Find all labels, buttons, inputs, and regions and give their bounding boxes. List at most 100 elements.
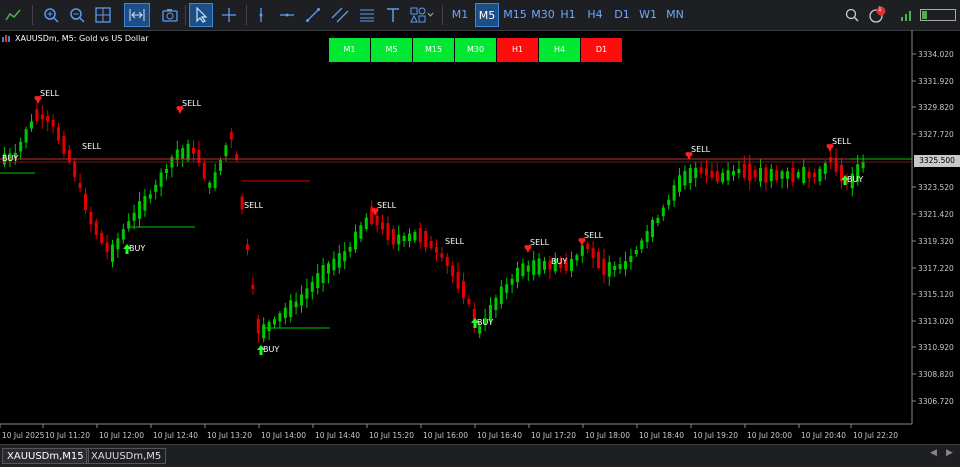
bear-candle bbox=[775, 169, 779, 181]
screenshot-icon[interactable] bbox=[158, 3, 182, 27]
bear-candle bbox=[51, 119, 55, 127]
bull-candle bbox=[143, 196, 147, 211]
bear-candle bbox=[57, 127, 60, 141]
horizontal-line-icon[interactable] bbox=[276, 3, 298, 27]
timeframe-w1-button[interactable]: W1 bbox=[637, 3, 659, 27]
zoom-out-icon[interactable] bbox=[66, 3, 88, 27]
time-axis-label: 10 Jul 16:00 bbox=[423, 431, 468, 440]
bull-candle bbox=[737, 168, 741, 174]
cursor-icon[interactable] bbox=[189, 3, 213, 27]
bull-candle bbox=[19, 141, 23, 152]
bear-candle bbox=[35, 109, 39, 122]
autoscroll-icon[interactable] bbox=[124, 3, 150, 27]
fibonacci-icon[interactable] bbox=[356, 3, 378, 27]
price-chart[interactable]: SELL SELL SELL SELL SELL SELL SELL SELL SELL SELL… bbox=[0, 30, 960, 444]
bear-candle bbox=[456, 272, 460, 289]
text-tool-icon[interactable] bbox=[382, 3, 404, 27]
trend-m15-cell: M15 bbox=[413, 38, 454, 62]
shapes-menu-icon[interactable] bbox=[408, 3, 436, 27]
bull-candle bbox=[148, 194, 152, 199]
bull-candle bbox=[402, 235, 406, 242]
timeframe-trend-panel: M1 M5 M15 M30 H1 H4 D1 bbox=[329, 38, 622, 62]
timeframe-m1-button[interactable]: M1 bbox=[448, 3, 472, 27]
bear-candle bbox=[753, 169, 757, 178]
bear-candle bbox=[699, 167, 703, 173]
price-axis-label: 3310.920 bbox=[918, 343, 954, 352]
bull-candle bbox=[505, 284, 509, 293]
bear-candle bbox=[391, 228, 395, 245]
timeframe-m30-button[interactable]: M30 bbox=[530, 3, 556, 27]
bull-candle bbox=[327, 263, 330, 274]
trend-d1-cell: D1 bbox=[581, 38, 622, 62]
bull-candle bbox=[640, 240, 644, 249]
bull-candle bbox=[138, 201, 141, 219]
time-axis-label: 10 Jul 22:20 bbox=[853, 431, 898, 440]
vertical-line-icon[interactable] bbox=[250, 3, 272, 27]
bull-candle bbox=[289, 300, 293, 317]
equidistant-channel-icon[interactable] bbox=[328, 3, 352, 27]
bear-candle bbox=[105, 242, 109, 253]
bull-candle bbox=[861, 161, 865, 169]
time-axis-label: 10 Jul 20:00 bbox=[747, 431, 792, 440]
scroll-right-icon[interactable]: ▶ bbox=[946, 448, 953, 458]
search-icon[interactable] bbox=[842, 3, 862, 27]
timeframe-m15-button[interactable]: M15 bbox=[502, 3, 528, 27]
bull-candle bbox=[796, 172, 800, 178]
bear-candle bbox=[418, 228, 422, 243]
bull-candle bbox=[175, 149, 179, 160]
time-axis-label: 10 Jul 15:20 bbox=[369, 431, 414, 440]
buy-signal-label: BUY bbox=[847, 175, 863, 184]
bull-candle bbox=[294, 301, 298, 308]
timeframe-h1-button[interactable]: H1 bbox=[557, 3, 579, 27]
chart-tabs-bar: XAUUSDm,M15 XAUUSDm,M5 ◀ ▶ bbox=[0, 444, 960, 467]
bull-candle bbox=[645, 231, 649, 243]
bear-candle bbox=[229, 132, 233, 140]
notifications-icon[interactable]: 1 bbox=[866, 3, 888, 27]
bull-candle bbox=[337, 253, 341, 268]
bull-candle bbox=[278, 313, 282, 322]
price-axis-label: 3321.420 bbox=[918, 210, 954, 219]
line-chart-icon[interactable] bbox=[2, 3, 24, 27]
timeframe-mn-button[interactable]: MN bbox=[662, 3, 688, 27]
bear-candle bbox=[73, 162, 77, 178]
price-axis-label: 3306.720 bbox=[918, 397, 954, 406]
timeframe-m5-button[interactable]: M5 bbox=[475, 3, 499, 27]
chart-tab-m5[interactable]: XAUUSDm,M5 bbox=[86, 448, 167, 464]
price-axis-label: 3317.220 bbox=[918, 264, 954, 273]
scroll-left-icon[interactable]: ◀ bbox=[930, 448, 937, 458]
timeframe-d1-button[interactable]: D1 bbox=[611, 3, 633, 27]
bear-candle bbox=[67, 149, 71, 162]
time-axis-label: 10 Jul 2025 bbox=[2, 431, 45, 440]
bull-candle bbox=[24, 129, 28, 143]
time-axis-label: 10 Jul 19:20 bbox=[693, 431, 738, 440]
crosshair-icon[interactable] bbox=[218, 3, 240, 27]
bear-candle bbox=[764, 167, 768, 183]
bear-candle bbox=[256, 319, 260, 334]
bull-candle bbox=[786, 171, 789, 179]
bull-candle bbox=[132, 212, 136, 221]
bear-candle bbox=[597, 251, 600, 269]
timeframe-h4-button[interactable]: H4 bbox=[584, 3, 606, 27]
trendline-icon[interactable] bbox=[302, 3, 324, 27]
main-toolbar: M1 M5 M15 M30 H1 H4 D1 W1 MN 1 bbox=[0, 0, 960, 31]
bull-candle bbox=[364, 217, 368, 230]
bull-candle bbox=[111, 244, 114, 262]
price-axis-label: 3319.320 bbox=[918, 237, 954, 246]
grid-icon[interactable] bbox=[92, 3, 114, 27]
bull-candle bbox=[408, 233, 411, 242]
bear-candle bbox=[710, 170, 714, 178]
bear-candle bbox=[429, 241, 433, 249]
candles-layer bbox=[3, 103, 865, 343]
time-axis-label: 10 Jul 18:40 bbox=[639, 431, 684, 440]
bull-candle bbox=[181, 148, 185, 159]
chart-tab-m15[interactable]: XAUUSDm,M15 bbox=[2, 448, 89, 464]
trend-h4-cell: H4 bbox=[539, 38, 580, 62]
bear-candle bbox=[440, 253, 444, 258]
zoom-in-icon[interactable] bbox=[40, 3, 62, 27]
bear-candle bbox=[715, 171, 719, 182]
bear-candle bbox=[424, 230, 428, 248]
separator bbox=[185, 5, 186, 25]
time-axis-label: 10 Jul 18:00 bbox=[585, 431, 630, 440]
time-axis-label: 10 Jul 11:20 bbox=[45, 431, 90, 440]
bull-candle bbox=[305, 288, 309, 299]
